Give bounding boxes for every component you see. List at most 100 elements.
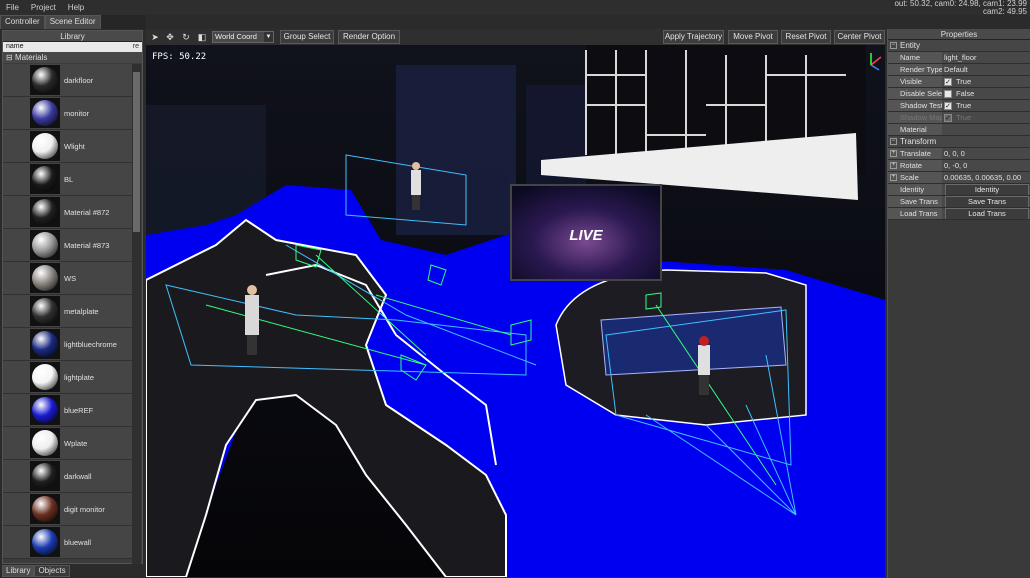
prop-scale-label: Scale xyxy=(900,173,919,182)
entity-section-label: Entity xyxy=(900,41,921,50)
collapse-icon[interactable]: ⊟ xyxy=(6,53,15,62)
list-item-label: darkfloor xyxy=(64,75,94,85)
prop-visible: Visible ✓ True xyxy=(888,76,1030,88)
identity-button[interactable]: Identity xyxy=(945,184,1029,195)
list-item[interactable]: blueREF xyxy=(3,394,133,427)
collapse-icon[interactable]: − xyxy=(890,138,897,145)
prop-identity: Identity Identity xyxy=(888,184,1030,196)
expand-icon[interactable]: + xyxy=(890,174,897,181)
material-thumbnail xyxy=(30,461,60,491)
list-item-label: monitor xyxy=(64,108,90,118)
material-sphere xyxy=(32,232,58,258)
material-thumbnail xyxy=(30,329,60,359)
list-item[interactable]: metalplate xyxy=(3,295,133,328)
list-item[interactable]: lightplate xyxy=(3,361,133,394)
list-item[interactable]: WS xyxy=(3,262,133,295)
prop-disable-select-label: Disable Select xyxy=(888,88,942,99)
list-item-label: lightbluechrome xyxy=(64,339,117,349)
transform-section[interactable]: − Transform xyxy=(888,136,1030,148)
prop-material: Material xyxy=(888,124,1030,136)
list-item[interactable]: Material #872 xyxy=(3,196,133,229)
list-item[interactable]: darkwall xyxy=(3,460,133,493)
disable-select-checkbox[interactable] xyxy=(944,89,952,98)
material-thumbnail xyxy=(30,296,60,326)
library-column-header[interactable]: name re xyxy=(3,42,142,52)
library-group-materials[interactable]: ⊟ Materials xyxy=(3,52,142,63)
prop-rotate-value[interactable]: 0, -0, 0 xyxy=(942,160,1030,171)
prop-visible-value: True xyxy=(956,76,972,86)
list-item-label: Material #873 xyxy=(64,240,110,250)
save-trans-button[interactable]: Save Trans xyxy=(945,196,1029,207)
list-item-label: lightplate xyxy=(64,372,95,382)
prop-translate: + Translate 0, 0, 0 xyxy=(888,148,1030,160)
mode-tabs: Controller Scene Editor xyxy=(0,15,146,29)
list-item[interactable]: bluewall xyxy=(3,526,133,559)
list-item[interactable]: BL xyxy=(3,163,133,196)
coord-system-select[interactable]: World Coord ▼ xyxy=(212,31,274,43)
list-item-label: WS xyxy=(64,273,77,283)
prop-disable-select: Disable Select False xyxy=(888,88,1030,100)
scene-render[interactable]: LIVE FPS: 50.22 xyxy=(146,45,885,577)
select-cursor-icon[interactable]: ➤ xyxy=(149,31,161,43)
scale-icon[interactable]: ◧ xyxy=(196,31,208,43)
render-option-button[interactable]: Render Option xyxy=(338,30,400,44)
rotate-icon[interactable]: ↻ xyxy=(180,31,192,43)
prop-render-type-value[interactable]: Default xyxy=(942,64,1030,75)
prop-material-value[interactable] xyxy=(942,124,1030,135)
list-item[interactable]: Wplate xyxy=(3,427,133,460)
expand-icon[interactable]: + xyxy=(890,150,897,157)
material-sphere xyxy=(32,496,58,522)
visible-checkbox[interactable]: ✓ xyxy=(944,77,952,86)
expand-icon[interactable]: + xyxy=(890,162,897,169)
menu-file[interactable]: File xyxy=(0,3,25,12)
prop-translate-value[interactable]: 0, 0, 0 xyxy=(942,148,1030,159)
load-trans-button[interactable]: Load Trans xyxy=(945,208,1029,219)
list-item[interactable]: digit monitor xyxy=(3,493,133,526)
tab-library[interactable]: Library xyxy=(2,565,35,577)
center-pivot-button[interactable]: Center Pivot xyxy=(834,30,885,44)
transform-section-label: Transform xyxy=(900,137,937,146)
prop-name-value[interactable]: light_floor xyxy=(942,52,1030,63)
list-item-label: darkwall xyxy=(64,471,92,481)
library-scrollbar[interactable] xyxy=(132,64,141,564)
prop-name: Name light_floor xyxy=(888,52,1030,64)
material-thumbnail xyxy=(30,131,60,161)
shadow-map-checkbox: ✓ xyxy=(944,113,952,122)
list-item[interactable]: Material #873 xyxy=(3,229,133,262)
library-column-name[interactable]: name xyxy=(6,43,24,50)
shadow-test-checkbox[interactable]: ✓ xyxy=(944,101,952,110)
list-item[interactable]: Wlight xyxy=(3,130,133,163)
sort-icon[interactable]: re xyxy=(133,42,139,52)
chevron-down-icon[interactable]: ▼ xyxy=(264,32,273,42)
prop-render-type: Render Type Default xyxy=(888,64,1030,76)
tab-objects[interactable]: Objects xyxy=(34,565,70,577)
prop-shadow-test: Shadow Test ✓ True xyxy=(888,100,1030,112)
material-thumbnail xyxy=(30,65,60,95)
collapse-icon[interactable]: − xyxy=(890,42,897,49)
move-pivot-button[interactable]: Move Pivot xyxy=(728,30,778,44)
menu-project[interactable]: Project xyxy=(25,3,62,12)
prop-scale-value[interactable]: 0.00635, 0.00635, 0.00 xyxy=(942,172,1030,183)
entity-section[interactable]: − Entity xyxy=(888,40,1030,52)
scrollbar-thumb[interactable] xyxy=(133,72,140,232)
tab-scene-editor[interactable]: Scene Editor xyxy=(44,15,101,29)
list-item-label: BL xyxy=(64,174,74,184)
group-select-button[interactable]: Group Select xyxy=(280,30,334,44)
material-sphere xyxy=(32,397,58,423)
list-item[interactable]: monitor xyxy=(3,97,133,130)
list-item[interactable]: lightbluechrome xyxy=(3,328,133,361)
reset-pivot-button[interactable]: Reset Pivot xyxy=(781,30,831,44)
prop-material-label: Material xyxy=(888,124,942,135)
menu-help[interactable]: Help xyxy=(62,3,90,12)
move-icon[interactable]: ✥ xyxy=(164,31,176,43)
prop-shadow-map-label: Shadow Map xyxy=(888,112,942,123)
status-line-2: cam2: 49.95 xyxy=(982,7,1027,16)
prop-shadow-map: Shadow Map ✓ True xyxy=(888,112,1030,124)
3d-viewport[interactable]: LIVE FPS: 50.22 xyxy=(146,45,885,577)
apply-trajectory-button[interactable]: Apply Trajectory xyxy=(663,30,724,44)
list-item[interactable]: darkfloor xyxy=(3,64,133,97)
tab-controller[interactable]: Controller xyxy=(0,15,45,29)
fps-counter: FPS: 50.22 xyxy=(152,52,206,62)
material-thumbnail xyxy=(30,98,60,128)
list-item-label: metalplate xyxy=(64,306,99,316)
